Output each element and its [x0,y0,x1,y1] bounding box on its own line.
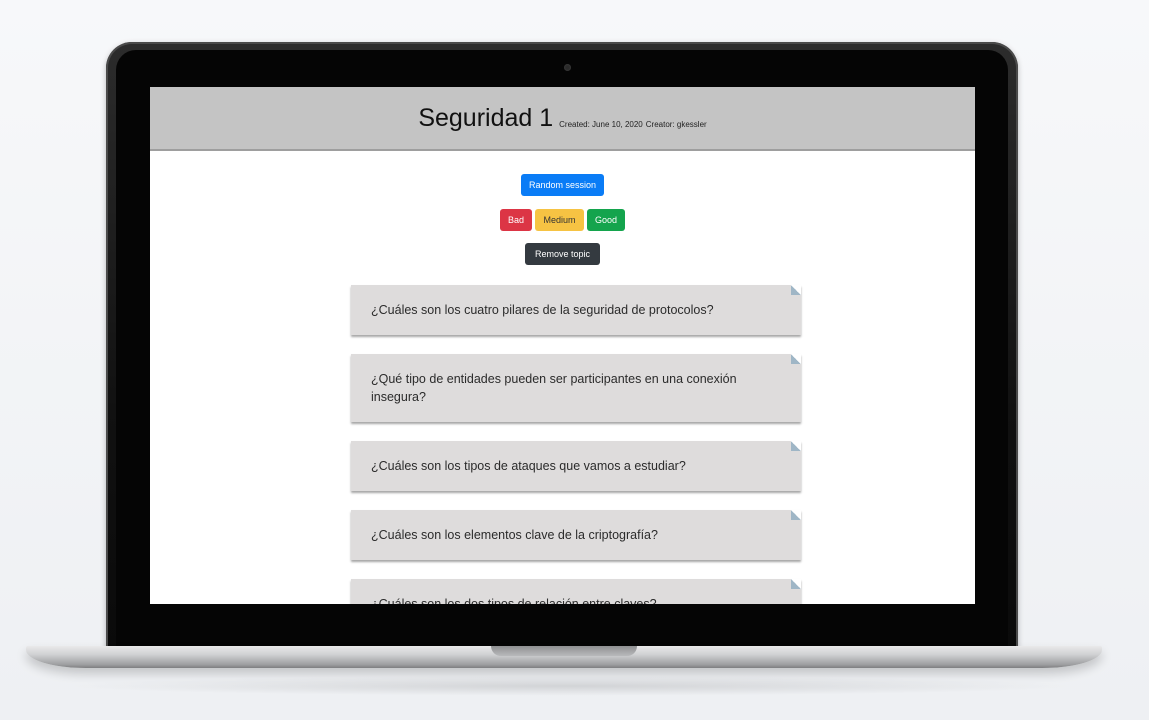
question-card[interactable]: ¿Cuáles son los elementos clave de la cr… [351,510,801,560]
question-card[interactable]: ¿Cuáles son los dos tipos de relación en… [351,579,801,604]
question-text: ¿Cuáles son los dos tipos de relación en… [371,597,657,604]
laptop-notch [491,646,637,656]
page-fold-icon [791,441,801,451]
rating-buttons: Bad Medium Good [500,209,625,231]
app-screen: Seguridad 1 Created: June 10, 2020 Creat… [150,87,975,604]
page-fold-icon [791,285,801,295]
page-fold-icon [791,354,801,364]
question-list: ¿Cuáles son los cuatro pilares de la seg… [351,285,801,604]
random-session-button[interactable]: Random session [520,174,605,196]
laptop-shadow [60,676,1080,696]
good-button[interactable]: Good [587,209,625,231]
created-date: Created: June 10, 2020 [559,119,643,129]
question-text: ¿Qué tipo de entidades pueden ser partic… [371,372,737,404]
question-card[interactable]: ¿Cuáles son los tipos de ataques que vam… [351,441,801,491]
page-fold-icon [791,510,801,520]
camera-icon [564,64,571,71]
creator-name: Creator: gkessler [645,119,707,129]
medium-button[interactable]: Medium [535,209,584,231]
laptop-scene: Seguridad 1 Created: June 10, 2020 Creat… [0,0,1149,720]
question-text: ¿Cuáles son los tipos de ataques que vam… [371,459,686,473]
bad-button[interactable]: Bad [500,209,532,231]
topic-meta: Created: June 10, 2020 Creator: gkessler [559,120,707,129]
question-text: ¿Cuáles son los cuatro pilares de la seg… [371,303,714,317]
question-text: ¿Cuáles son los elementos clave de la cr… [371,528,658,542]
page-title: Seguridad 1 [418,103,554,132]
app-header: Seguridad 1 Created: June 10, 2020 Creat… [150,87,975,151]
session-controls: Random session Bad Medium Good Remove to… [150,174,975,265]
page-fold-icon [791,579,801,589]
remove-topic-button[interactable]: Remove topic [525,243,600,265]
question-card[interactable]: ¿Qué tipo de entidades pueden ser partic… [351,354,801,422]
question-card[interactable]: ¿Cuáles son los cuatro pilares de la seg… [351,285,801,335]
